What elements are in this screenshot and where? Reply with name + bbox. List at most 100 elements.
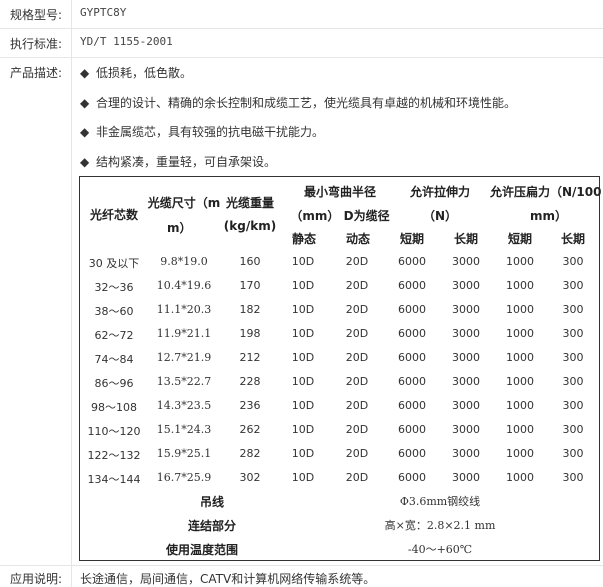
cell-tensile-long: 3000 xyxy=(452,423,480,436)
cell-weight: 228 xyxy=(239,375,261,388)
cell-bend-dynamic: 20D xyxy=(345,471,369,484)
cell-size: 15.1*24.3 xyxy=(156,423,212,436)
cell-crush-short: 1000 xyxy=(506,423,534,436)
cell-crush-long: 300 xyxy=(562,255,584,268)
cell-fiber-count: 30 及以下 xyxy=(88,257,140,270)
cell-fiber-count: 74～84 xyxy=(94,353,134,366)
standard-label: 执行标准: xyxy=(0,29,72,57)
cell-weight: 236 xyxy=(239,399,261,412)
cell-bend-static: 10D xyxy=(291,327,315,340)
temperature-value: -40～+60℃ xyxy=(407,543,473,556)
model-value: GYPTC8Y xyxy=(80,6,127,19)
cell-tensile-long: 3000 xyxy=(452,447,480,460)
cell-crush-short: 1000 xyxy=(506,303,534,316)
cell-bend-static: 10D xyxy=(291,399,315,412)
cell-size: 14.3*23.5 xyxy=(156,399,212,412)
cell-bend-dynamic: 20D xyxy=(345,279,369,292)
header-bend-static: 静态 xyxy=(291,232,316,246)
cell-bend-dynamic: 20D xyxy=(345,375,369,388)
header-tensile-long: 长期 xyxy=(453,232,478,246)
cell-crush-long: 300 xyxy=(562,327,584,340)
cell-tensile-long: 3000 xyxy=(452,375,480,388)
description-label: 产品描述: xyxy=(0,58,72,565)
temperature-label: 使用温度范围 xyxy=(165,543,238,557)
cell-fiber-count: 122～132 xyxy=(87,449,141,462)
table-row: 62～72 11.9*21.1 198 10D 20D 6000 3000 1000 300 xyxy=(80,327,599,347)
cell-fiber-count: 86～96 xyxy=(94,377,134,390)
description-bullet: ◆ 非金属缆芯，具有较强的抗电磁干扰能力。 xyxy=(80,123,324,140)
header-fiber-count: 光纤芯数 xyxy=(89,208,138,222)
cell-bend-static: 10D xyxy=(291,255,315,268)
cell-crush-long: 300 xyxy=(562,471,584,484)
header-weight-unit: (kg/km) xyxy=(223,219,277,233)
header-bend-unit: （mm） D为缆径 xyxy=(290,209,390,223)
description-bullet: ◆ 低损耗，低色散。 xyxy=(80,64,192,81)
model-row: 规格型号: GYPTC8Y xyxy=(0,0,603,29)
cell-crush-long: 300 xyxy=(562,303,584,316)
header-bend-dynamic: 动态 xyxy=(345,232,370,246)
header-tensile-short: 短期 xyxy=(399,232,424,246)
cell-crush-long: 300 xyxy=(562,375,584,388)
table-row: 86～96 13.5*22.7 228 10D 20D 6000 3000 1000 300 xyxy=(80,375,599,395)
cell-tensile-short: 6000 xyxy=(398,351,426,364)
cell-tensile-long: 3000 xyxy=(452,303,480,316)
cell-crush-long: 300 xyxy=(562,351,584,364)
cell-size: 11.1*20.3 xyxy=(156,303,212,316)
cell-weight: 302 xyxy=(239,471,261,484)
table-row: 30 及以下 9.8*19.0 160 10D 20D 6000 3000 1000 300 xyxy=(80,255,599,275)
cell-tensile-short: 6000 xyxy=(398,327,426,340)
cell-tensile-short: 6000 xyxy=(398,279,426,292)
cell-crush-long: 300 xyxy=(562,447,584,460)
header-size: 光缆尺寸（m xyxy=(147,196,221,210)
cell-bend-static: 10D xyxy=(291,279,315,292)
cell-fiber-count: 38～60 xyxy=(94,305,134,318)
table-row: 122～132 15.9*25.1 282 10D 20D 6000 3000 1000 300 xyxy=(80,447,599,467)
cell-bend-dynamic: 20D xyxy=(345,423,369,436)
hanger-label: 吊线 xyxy=(199,495,224,509)
cell-bend-dynamic: 20D xyxy=(345,351,369,364)
cell-tensile-short: 6000 xyxy=(398,423,426,436)
cell-bend-dynamic: 20D xyxy=(345,303,369,316)
bullet-text: 结构紧凑，重量轻，可自承架设。 xyxy=(96,155,277,169)
cell-crush-short: 1000 xyxy=(506,471,534,484)
cell-bend-static: 10D xyxy=(291,447,315,460)
cell-weight: 282 xyxy=(239,447,261,460)
diamond-bullet-icon: ◆ xyxy=(80,66,90,80)
cell-weight: 198 xyxy=(239,327,261,340)
table-row: 38～60 11.1*20.3 182 10D 20D 6000 3000 1000 300 xyxy=(80,303,599,323)
table-row: 98～108 14.3*23.5 236 10D 20D 6000 3000 1000 300 xyxy=(80,399,599,419)
cell-tensile-short: 6000 xyxy=(398,303,426,316)
cell-weight: 182 xyxy=(239,303,261,316)
cell-bend-dynamic: 20D xyxy=(345,447,369,460)
cell-crush-long: 300 xyxy=(562,423,584,436)
cell-crush-short: 1000 xyxy=(506,447,534,460)
cell-crush-short: 1000 xyxy=(506,375,534,388)
cell-weight: 170 xyxy=(239,279,261,292)
cell-size: 10.4*19.6 xyxy=(156,279,212,292)
cell-bend-static: 10D xyxy=(291,471,315,484)
bullet-text: 低损耗，低色散。 xyxy=(96,66,193,80)
description-bullet: ◆ 合理的设计、精确的余长控制和成缆工艺，使光缆具有卓越的机械和环境性能。 xyxy=(80,94,516,111)
header-weight: 光缆重量 xyxy=(225,196,274,210)
model-label: 规格型号: xyxy=(0,0,72,28)
cell-tensile-long: 3000 xyxy=(452,471,480,484)
header-crush-long: 长期 xyxy=(560,232,585,246)
diamond-bullet-icon: ◆ xyxy=(80,96,90,110)
cell-size: 13.5*22.7 xyxy=(156,375,212,388)
cell-tensile-long: 3000 xyxy=(452,279,480,292)
cell-size: 11.9*21.1 xyxy=(156,327,212,340)
bullet-text: 合理的设计、精确的余长控制和成缆工艺，使光缆具有卓越的机械和环境性能。 xyxy=(96,96,517,110)
header-size-cont: m） xyxy=(167,221,192,235)
cell-tensile-short: 6000 xyxy=(398,471,426,484)
cell-size: 12.7*21.9 xyxy=(156,351,212,364)
cell-fiber-count: 32～36 xyxy=(94,281,134,294)
description-bullet: ◆ 结构紧凑，重量轻，可自承架设。 xyxy=(80,153,276,170)
cell-fiber-count: 98～108 xyxy=(91,401,137,414)
cell-crush-short: 1000 xyxy=(506,399,534,412)
cell-tensile-long: 3000 xyxy=(452,255,480,268)
connection-label: 连结部分 xyxy=(187,519,236,533)
cell-crush-short: 1000 xyxy=(506,351,534,364)
cell-tensile-short: 6000 xyxy=(398,255,426,268)
cell-bend-static: 10D xyxy=(291,423,315,436)
table-row: 110～120 15.1*24.3 262 10D 20D 6000 3000 1000 300 xyxy=(80,423,599,443)
